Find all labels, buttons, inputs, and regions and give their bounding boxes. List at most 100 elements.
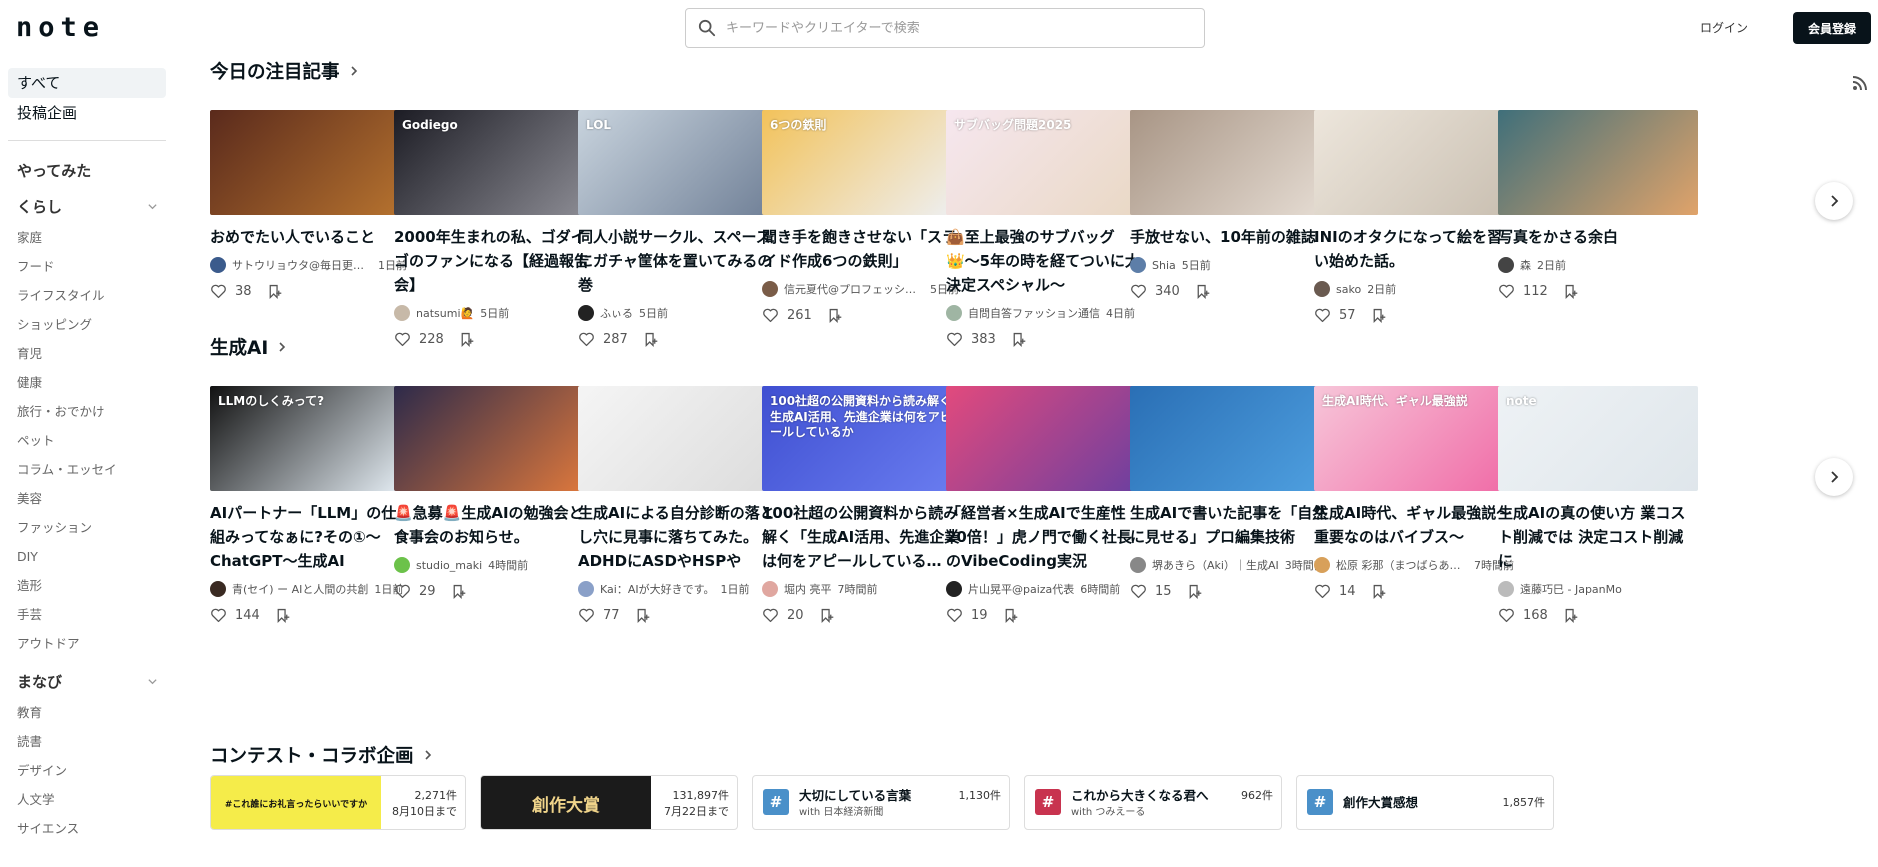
- contest-card[interactable]: # 大切にしている言葉 with 日本経済新聞 1,130件: [752, 775, 1010, 830]
- article-thumbnail[interactable]: [1498, 110, 1698, 215]
- like-icon[interactable]: [1314, 307, 1331, 324]
- author-name[interactable]: 片山晃平@paiza代表: [968, 581, 1074, 597]
- article-card[interactable]: LOL 同人小説サークル、スペースにガチャ筐体を置いてみるの巻 ふぃる 5日前 …: [578, 110, 778, 348]
- article-title[interactable]: 写真をかさる余白: [1498, 225, 1698, 249]
- author-name[interactable]: Shia: [1152, 259, 1176, 272]
- search-box[interactable]: [685, 8, 1205, 48]
- sidebar-category-item[interactable]: サイエンス: [8, 814, 166, 843]
- sidebar-category-item[interactable]: フード: [8, 252, 166, 281]
- article-card[interactable]: 100社超の公開資料から読み解く 生成AI活用、先進企業は何をアピールしているか…: [762, 386, 962, 624]
- bookmark-icon[interactable]: [274, 607, 291, 624]
- article-card[interactable]: サブバッグ問題2025 👜至上最強のサブバッグ👑〜5年の時を経てついに大決定スペ…: [946, 110, 1146, 348]
- sidebar-category-item[interactable]: 手芸: [8, 600, 166, 629]
- search-input[interactable]: [726, 20, 1186, 36]
- article-title[interactable]: 100社超の公開資料から読み解く「生成AI活用、先進企業は何をアピールしている…: [762, 501, 962, 573]
- like-icon[interactable]: [578, 331, 595, 348]
- article-title[interactable]: 手放せない、10年前の雑誌: [1130, 225, 1330, 249]
- article-title[interactable]: 「経営者×生成AIで生産性20倍！」虎ノ門で働く社長のVibeCoding実況: [946, 501, 1146, 573]
- article-title[interactable]: 2000年生まれの私、ゴダイゴのファンになる【経過報告会】: [394, 225, 594, 297]
- avatar[interactable]: [1314, 557, 1330, 573]
- author-name[interactable]: 森: [1520, 257, 1531, 273]
- section-title-contests[interactable]: コンテスト・コラボ企画: [210, 742, 434, 768]
- like-icon[interactable]: [578, 607, 595, 624]
- sidebar-group-heading[interactable]: まなび: [8, 668, 166, 694]
- sidebar-category-item[interactable]: コラム・エッセイ: [8, 455, 166, 484]
- bookmark-icon[interactable]: [642, 331, 659, 348]
- avatar[interactable]: [946, 305, 962, 321]
- article-card[interactable]: LLMのしくみって? AIパートナー「LLM」の仕組みってなぁに?その①〜Cha…: [210, 386, 410, 624]
- article-thumbnail[interactable]: 6つの鉄則: [762, 110, 962, 215]
- article-thumbnail[interactable]: [1130, 386, 1330, 491]
- author-name[interactable]: ふぃる: [600, 305, 633, 321]
- article-card[interactable]: 🚨急募🚨生成AIの勉強会と食事会のお知らせ。 studio_maki 4時間前 …: [394, 386, 594, 600]
- rss-icon[interactable]: [1852, 75, 1868, 91]
- avatar[interactable]: [1314, 281, 1330, 297]
- article-card[interactable]: 生成AIによる自分診断の落とし穴に見事に落ちてみた。ADHDにASDやHSPやS…: [578, 386, 778, 624]
- like-icon[interactable]: [210, 607, 227, 624]
- article-thumbnail[interactable]: [578, 386, 778, 491]
- author-name[interactable]: studio_maki: [416, 559, 482, 572]
- sidebar-group-heading[interactable]: やってみた: [8, 157, 166, 183]
- like-icon[interactable]: [394, 583, 411, 600]
- like-icon[interactable]: [762, 307, 779, 324]
- article-card[interactable]: 生成AI時代、ギャル最強説 生成AI時代、ギャル最強説〜重要なのはバイブス〜 松…: [1314, 386, 1514, 600]
- sidebar-category-item[interactable]: DIY: [8, 542, 166, 571]
- author-name[interactable]: 堺あきら（Aki）｜生成AI: [1152, 557, 1279, 573]
- chevron-down-icon[interactable]: [147, 676, 158, 687]
- article-title[interactable]: 👜至上最強のサブバッグ👑〜5年の時を経てついに大決定スペシャル〜: [946, 225, 1146, 297]
- author-name[interactable]: sako: [1336, 283, 1361, 296]
- avatar[interactable]: [1130, 557, 1146, 573]
- article-title[interactable]: INIのオタクになって絵を習い始めた話。: [1314, 225, 1514, 273]
- author-name[interactable]: サトウリョウタ@毎日更新を続けるnoter: [232, 257, 372, 273]
- article-thumbnail[interactable]: [210, 110, 410, 215]
- bookmark-icon[interactable]: [634, 607, 651, 624]
- sidebar-category-item[interactable]: ライフスタイル: [8, 281, 166, 310]
- article-thumbnail[interactable]: Godiego: [394, 110, 594, 215]
- sidebar-category-item[interactable]: 家庭: [8, 223, 166, 252]
- article-card[interactable]: 6つの鉄則 聞き手を飽きさせない「スライド作成6つの鉄則」 信元夏代@プロフェッ…: [762, 110, 962, 324]
- article-title[interactable]: 生成AIによる自分診断の落とし穴に見事に落ちてみた。ADHDにASDやHSPやS…: [578, 501, 778, 573]
- bookmark-icon[interactable]: [1194, 283, 1211, 300]
- article-thumbnail[interactable]: 生成AI時代、ギャル最強説: [1314, 386, 1514, 491]
- article-title[interactable]: 生成AIで書いた記事を「自然に見せる」プロ編集技術: [1130, 501, 1330, 549]
- article-card[interactable]: Godiego 2000年生まれの私、ゴダイゴのファンになる【経過報告会】 na…: [394, 110, 594, 348]
- author-name[interactable]: 信元夏代@プロフェッショナルスピーカー: [784, 281, 924, 297]
- author-name[interactable]: 堀内 亮平: [784, 581, 832, 597]
- sidebar-category-item[interactable]: 美容: [8, 484, 166, 513]
- bookmark-icon[interactable]: [1370, 583, 1387, 600]
- avatar[interactable]: [946, 581, 962, 597]
- like-icon[interactable]: [210, 283, 227, 300]
- section-title-0[interactable]: 今日の注目記事: [210, 58, 360, 84]
- article-thumbnail[interactable]: [1130, 110, 1330, 215]
- article-title[interactable]: おめでたい人でいること: [210, 225, 410, 249]
- bookmark-icon[interactable]: [1562, 607, 1579, 624]
- article-card[interactable]: note 生成AIの真の使い方 業コスト削減では 決定コスト削減に 遠藤巧巳 -…: [1498, 386, 1698, 624]
- sidebar-category-item[interactable]: 造形: [8, 571, 166, 600]
- bookmark-icon[interactable]: [266, 283, 283, 300]
- author-name[interactable]: 青(セイ) ー AIと人間の共創: [232, 581, 368, 597]
- article-thumbnail[interactable]: LOL: [578, 110, 778, 215]
- sidebar-group-heading[interactable]: くらし: [8, 193, 166, 219]
- avatar[interactable]: [1498, 581, 1514, 597]
- sidebar-category-item[interactable]: ファッション: [8, 513, 166, 542]
- bookmark-icon[interactable]: [1370, 307, 1387, 324]
- sidebar-category-item[interactable]: 旅行・おでかけ: [8, 397, 166, 426]
- article-title[interactable]: 生成AI時代、ギャル最強説〜重要なのはバイブス〜: [1314, 501, 1514, 549]
- avatar[interactable]: [394, 305, 410, 321]
- contest-banner[interactable]: 創作大賞: [481, 776, 651, 829]
- avatar[interactable]: [762, 281, 778, 297]
- contest-banner[interactable]: #これ誰にお礼言ったらいいですか: [211, 776, 381, 829]
- like-icon[interactable]: [1498, 607, 1515, 624]
- sidebar-category-item[interactable]: 読書: [8, 727, 166, 756]
- section-title-1[interactable]: 生成AI: [210, 334, 288, 360]
- article-title[interactable]: 🚨急募🚨生成AIの勉強会と食事会のお知らせ。: [394, 501, 594, 549]
- like-icon[interactable]: [1130, 283, 1147, 300]
- avatar[interactable]: [1498, 257, 1514, 273]
- note-logo[interactable]: note: [16, 12, 105, 43]
- article-thumbnail[interactable]: [1314, 110, 1514, 215]
- article-thumbnail[interactable]: サブバッグ問題2025: [946, 110, 1146, 215]
- like-icon[interactable]: [394, 331, 411, 348]
- bookmark-icon[interactable]: [826, 307, 843, 324]
- bookmark-icon[interactable]: [1002, 607, 1019, 624]
- article-thumbnail[interactable]: [946, 386, 1146, 491]
